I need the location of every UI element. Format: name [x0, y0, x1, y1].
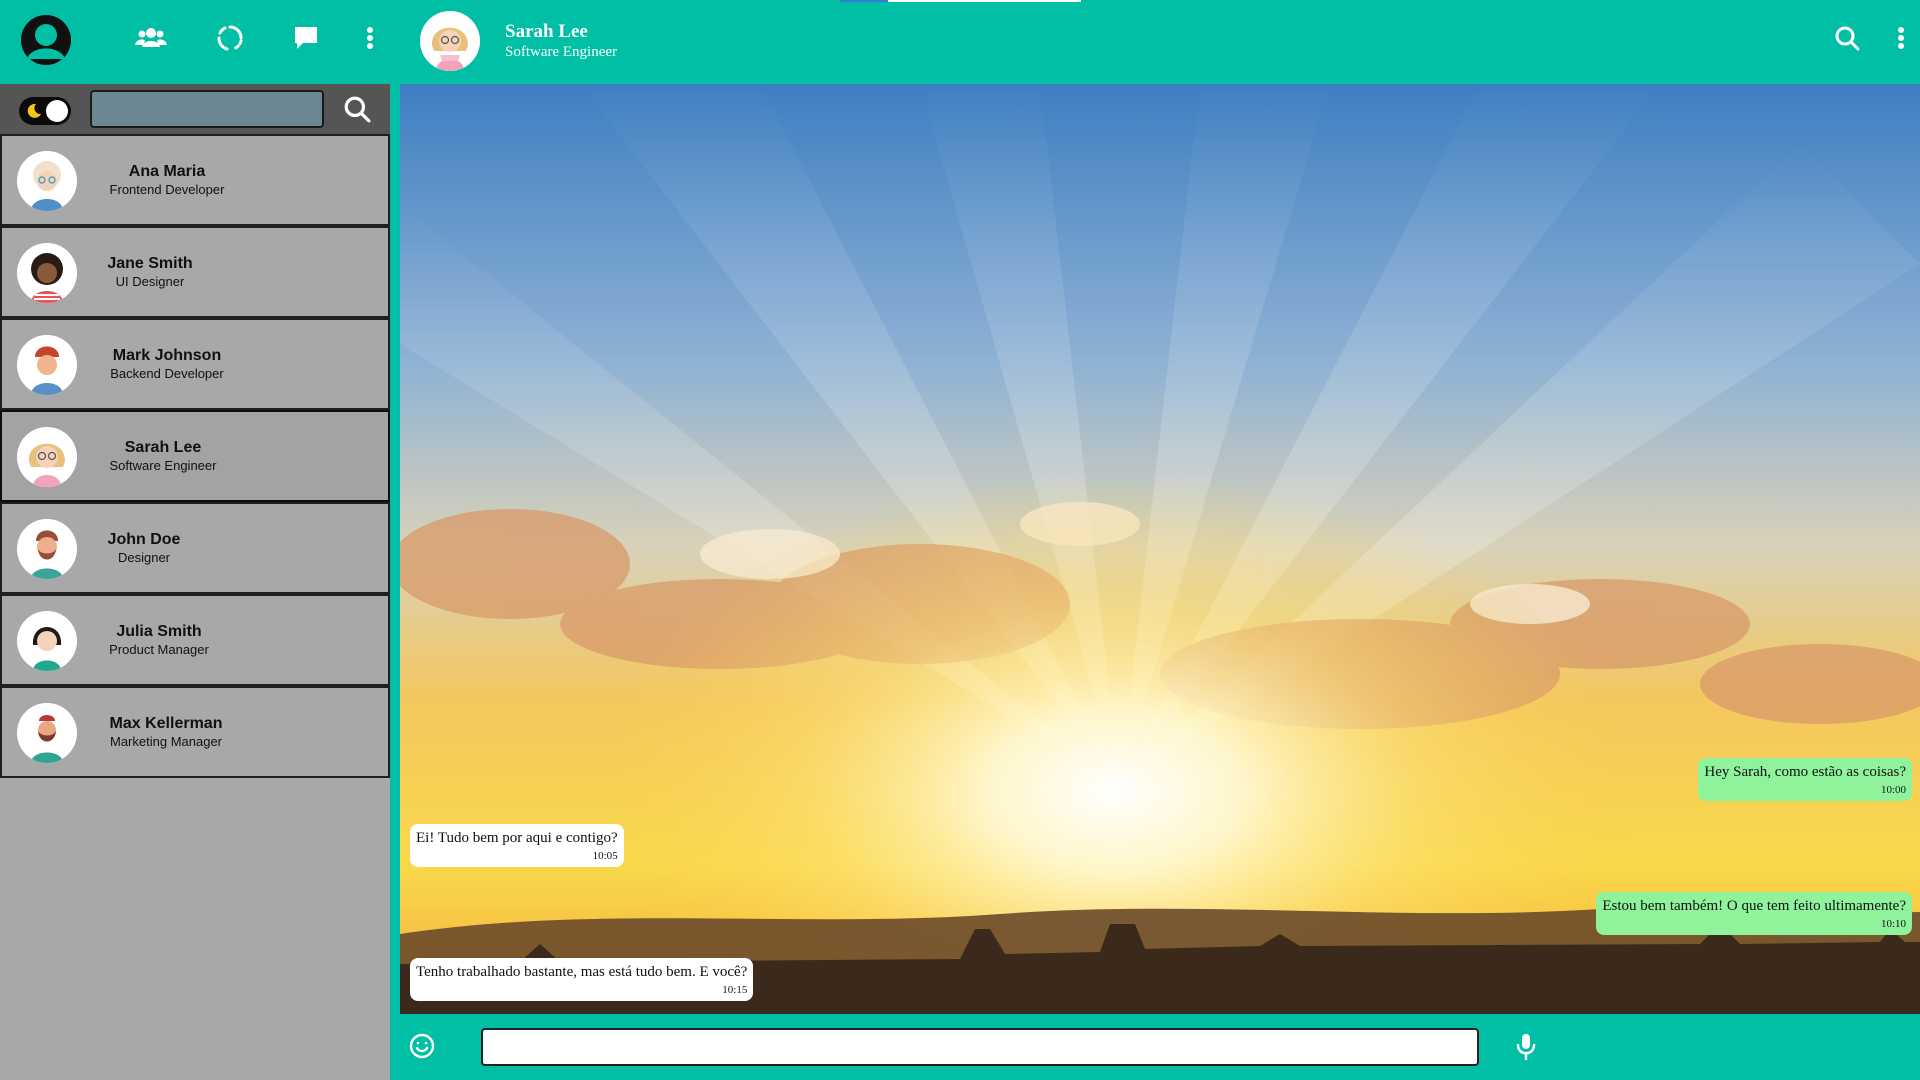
- search-icon[interactable]: [1831, 22, 1863, 54]
- contact-search-input[interactable]: [90, 90, 324, 128]
- new-chat-icon[interactable]: [290, 22, 322, 54]
- top-bar: Sarah Lee Software Engineer: [0, 0, 1920, 84]
- message-text: Tenho trabalhado bastante, mas está tudo…: [416, 964, 748, 980]
- message-time: 10:00: [1880, 784, 1906, 796]
- chat-header-avatar: [420, 11, 480, 71]
- contact-info: Max Kellerman Marketing Manager: [107, 714, 225, 749]
- sidebar-toolbar: [0, 84, 390, 134]
- message-composer: [400, 1014, 1920, 1080]
- sunset-wallpaper: [400, 84, 1920, 1014]
- message-input[interactable]: [481, 1028, 1479, 1066]
- contact-role: Software Engineer: [109, 458, 217, 473]
- contact-role: Marketing Manager: [110, 734, 222, 749]
- contact-info: Sarah Lee Software Engineer: [107, 438, 219, 473]
- contact-search-icon[interactable]: [343, 95, 373, 125]
- woman-blonde-glasses-avatar: [17, 427, 77, 487]
- woman-glasses-avatar: [17, 151, 77, 211]
- status-icon[interactable]: [214, 22, 246, 54]
- message-bubble-incoming[interactable]: Ei! Tudo bem por aqui e contigo? 10:05: [410, 824, 624, 867]
- woman-curly-hair-avatar: [17, 243, 77, 303]
- chat-header-role: Software Engineer: [505, 44, 618, 60]
- message-time: 10:15: [722, 984, 748, 996]
- contact-item-john-doe[interactable]: John Doe Designer: [0, 502, 390, 594]
- message-bubble-outgoing[interactable]: Estou bem também! O que tem feito ultima…: [1596, 892, 1912, 935]
- message-time: 10:10: [1880, 918, 1906, 930]
- loading-progress-segment: [840, 0, 888, 2]
- contact-info: Jane Smith UI Designer: [107, 254, 193, 289]
- chat-area: Hey Sarah, como estão as coisas? 10:00 E…: [400, 84, 1920, 1014]
- toggle-knob: [46, 100, 68, 122]
- man-beard-cap-avatar: [17, 703, 77, 763]
- contact-name: John Doe: [107, 531, 181, 548]
- contact-info: Mark Johnson Backend Developer: [107, 346, 227, 381]
- contact-role: Backend Developer: [110, 366, 224, 381]
- message-time: 10:05: [592, 850, 618, 862]
- message-bubble-outgoing[interactable]: Hey Sarah, como estão as coisas? 10:00: [1698, 758, 1912, 801]
- contact-info: John Doe Designer: [107, 530, 181, 565]
- more-vertical-icon[interactable]: [355, 22, 385, 54]
- loading-progress-bar: [840, 0, 1081, 2]
- chat-header-info: Sarah Lee Software Engineer: [505, 21, 617, 61]
- user-avatar-icon[interactable]: [21, 15, 71, 65]
- contact-name: Ana Maria: [128, 163, 206, 180]
- dark-mode-toggle[interactable]: [19, 97, 71, 125]
- contact-list: Ana Maria Frontend Developer Jane Smith …: [0, 134, 390, 778]
- contact-item-max-kellerman[interactable]: Max Kellerman Marketing Manager: [0, 686, 390, 778]
- contact-role: Product Manager: [109, 642, 209, 657]
- contact-name: Sarah Lee: [124, 439, 202, 456]
- message-text: Hey Sarah, como estão as coisas?: [1704, 764, 1906, 780]
- contact-name: Jane Smith: [107, 255, 193, 272]
- chat-more-vertical-icon[interactable]: [1886, 22, 1916, 54]
- contact-info: Julia Smith Product Manager: [107, 622, 211, 657]
- microphone-icon[interactable]: [1514, 1032, 1542, 1062]
- message-bubble-incoming[interactable]: Tenho trabalhado bastante, mas está tudo…: [410, 958, 754, 1001]
- community-icon[interactable]: [135, 22, 167, 54]
- woman-dark-hair-avatar: [17, 611, 77, 671]
- contact-role: Designer: [117, 550, 171, 565]
- man-red-hair-avatar: [17, 335, 77, 395]
- contact-name: Max Kellerman: [109, 715, 223, 732]
- moon-icon: [27, 103, 41, 118]
- contact-item-mark-johnson[interactable]: Mark Johnson Backend Developer: [0, 318, 390, 410]
- man-beard-avatar: [17, 519, 77, 579]
- contact-name: Mark Johnson: [112, 347, 222, 364]
- chat-header-name: Sarah Lee: [505, 21, 588, 42]
- message-text: Estou bem também! O que tem feito ultima…: [1602, 898, 1906, 914]
- contact-item-ana-maria[interactable]: Ana Maria Frontend Developer: [0, 134, 390, 226]
- sidebar: Ana Maria Frontend Developer Jane Smith …: [0, 84, 390, 1080]
- message-text: Ei! Tudo bem por aqui e contigo?: [416, 830, 618, 846]
- contact-item-julia-smith[interactable]: Julia Smith Product Manager: [0, 594, 390, 686]
- contact-name: Julia Smith: [116, 623, 202, 640]
- contact-item-jane-smith[interactable]: Jane Smith UI Designer: [0, 226, 390, 318]
- emoji-icon[interactable]: [408, 1032, 436, 1060]
- chat-header[interactable]: Sarah Lee Software Engineer: [420, 10, 617, 72]
- contact-info: Ana Maria Frontend Developer: [107, 162, 227, 197]
- contact-item-sarah-lee[interactable]: Sarah Lee Software Engineer: [0, 410, 390, 502]
- contact-role: UI Designer: [115, 274, 185, 289]
- contact-role: Frontend Developer: [109, 182, 225, 197]
